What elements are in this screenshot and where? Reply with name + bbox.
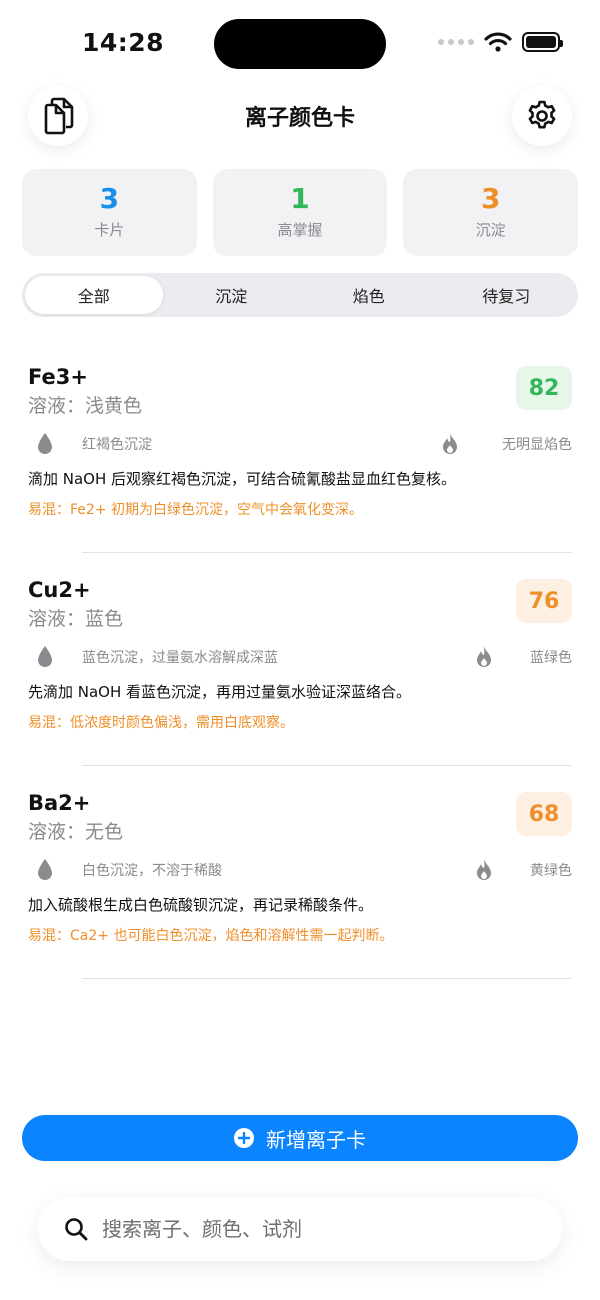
- meta-row: 蓝色沉淀，过量氨水溶解成深蓝 蓝绿色: [28, 645, 572, 669]
- drop-icon: [38, 433, 52, 454]
- stat-precipitate-value: 3: [480, 182, 501, 215]
- status-icons: [438, 32, 563, 52]
- stat-card-cards[interactable]: 3 卡片: [22, 169, 197, 256]
- tab-precipitate[interactable]: 沉淀: [163, 276, 301, 314]
- ion-card-ba2[interactable]: Ba2+ 溶液：无色 68 白色沉淀，不溶于稀酸 黄绿色 加入硫酸根生成白色硫酸…: [0, 766, 600, 979]
- flame-icon: [477, 646, 491, 667]
- solution-color: 溶液：浅黄色: [28, 395, 143, 417]
- battery-icon: [522, 32, 563, 52]
- flame-color-text: 黄绿色: [530, 863, 572, 879]
- precipitate-text: 白色沉淀，不溶于稀酸: [82, 863, 222, 879]
- confusion-tip: 易混：低浓度时颜色偏浅，需用白底观察。: [28, 715, 294, 731]
- mastery-score: 68: [516, 792, 572, 836]
- ion-name: Fe3+: [28, 365, 88, 389]
- card-description: 加入硫酸根生成白色硫酸钡沉淀，再记录稀酸条件。: [28, 896, 374, 914]
- mastery-score: 82: [516, 366, 572, 410]
- card-description: 滴加 NaOH 后观察红褐色沉淀，可结合硫氰酸盐显血红色复核。: [28, 470, 457, 488]
- ion-card-cu2[interactable]: Cu2+ 溶液：蓝色 76 蓝色沉淀，过量氨水溶解成深蓝 蓝绿色 先滴加 NaO…: [0, 553, 600, 766]
- ion-card-fe3[interactable]: Fe3+ 溶液：浅黄色 82 红褐色沉淀 无明显焰色 滴加 NaOH 后观察红褐…: [0, 340, 600, 553]
- ion-name: Cu2+: [28, 578, 91, 602]
- search-input[interactable]: [102, 1217, 522, 1241]
- card-description: 先滴加 NaOH 看蓝色沉淀，再用过量氨水验证深蓝络合。: [28, 683, 412, 701]
- solution-color: 溶液：蓝色: [28, 608, 124, 630]
- status-bar: 14:28: [0, 0, 600, 88]
- add-ion-card-button[interactable]: 新增离子卡: [22, 1115, 578, 1161]
- meta-row: 白色沉淀，不溶于稀酸 黄绿色: [28, 858, 572, 882]
- tab-review[interactable]: 待复习: [438, 276, 576, 314]
- tab-all[interactable]: 全部: [25, 276, 163, 314]
- settings-button[interactable]: [512, 86, 572, 146]
- search-bar[interactable]: [38, 1197, 562, 1261]
- stat-mastered-value: 1: [290, 182, 310, 215]
- flame-icon: [443, 433, 457, 454]
- filter-tabs: 全部 沉淀 焰色 待复习: [22, 273, 578, 317]
- solution-color: 溶液：无色: [28, 821, 124, 843]
- search-icon: [65, 1218, 88, 1241]
- flame-color-text: 蓝绿色: [530, 650, 572, 666]
- header: 离子颜色卡: [0, 86, 600, 146]
- cellular-signal-icon: [438, 39, 474, 45]
- stats-row: 3 卡片 1 高掌握 3 沉淀: [22, 169, 579, 256]
- stat-precipitate-label: 沉淀: [475, 221, 506, 239]
- flame-icon: [477, 859, 491, 880]
- precipitate-text: 蓝色沉淀，过量氨水溶解成深蓝: [82, 650, 278, 666]
- wifi-icon: [484, 32, 512, 52]
- divider: [82, 978, 572, 979]
- drop-icon: [38, 646, 52, 667]
- drop-icon: [38, 859, 52, 880]
- flame-color-text: 无明显焰色: [502, 437, 572, 453]
- meta-row: 红褐色沉淀 无明显焰色: [28, 432, 572, 456]
- stat-cards-value: 3: [99, 182, 120, 215]
- add-ion-card-label: 新增离子卡: [266, 1127, 366, 1152]
- status-time: 14:28: [82, 28, 165, 57]
- confusion-tip: 易混：Fe2+ 初期为白绿色沉淀，空气中会氧化变深。: [28, 502, 363, 518]
- stat-mastered-label: 高掌握: [277, 221, 323, 239]
- plus-circle-icon: [234, 1128, 254, 1148]
- gear-icon: [528, 100, 556, 129]
- stat-card-precipitate[interactable]: 3 沉淀: [403, 169, 579, 256]
- stat-card-mastered[interactable]: 1 高掌握: [212, 169, 388, 256]
- mastery-score: 76: [516, 579, 572, 623]
- ion-card-list: Fe3+ 溶液：浅黄色 82 红褐色沉淀 无明显焰色 滴加 NaOH 后观察红褐…: [0, 340, 600, 979]
- dynamic-island: [214, 19, 386, 69]
- precipitate-text: 红褐色沉淀: [82, 437, 152, 453]
- stat-cards-label: 卡片: [94, 221, 125, 239]
- confusion-tip: 易混：Ca2+ 也可能白色沉淀，焰色和溶解性需一起判断。: [28, 928, 394, 944]
- tab-flame[interactable]: 焰色: [300, 276, 438, 314]
- ion-name: Ba2+: [28, 791, 91, 815]
- page-title: 离子颜色卡: [244, 106, 355, 131]
